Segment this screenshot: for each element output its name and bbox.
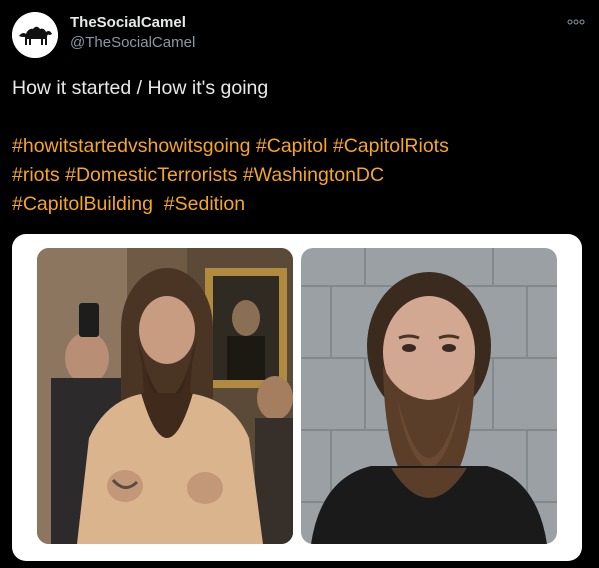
avatar[interactable] bbox=[12, 12, 58, 58]
more-options-icon[interactable] bbox=[567, 14, 585, 25]
hashtag-link[interactable]: #CapitolRiots bbox=[333, 135, 449, 157]
tweet-text-gap bbox=[12, 103, 582, 132]
tweet-text: How it started / How it's going #howitst… bbox=[12, 74, 582, 219]
tweet-media[interactable] bbox=[12, 234, 582, 561]
hashtag-link[interactable]: #Capitol bbox=[256, 135, 328, 157]
hashtag-link[interactable]: #DomesticTerrorists bbox=[65, 164, 237, 186]
author-handle[interactable]: @TheSocialCamel bbox=[70, 33, 195, 52]
hashtag-link[interactable]: #CapitolBuilding bbox=[12, 193, 153, 215]
hashtag-link[interactable]: #riots bbox=[12, 164, 60, 186]
hashtag-link[interactable]: #Sedition bbox=[164, 193, 245, 215]
author-block: TheSocialCamel @TheSocialCamel bbox=[70, 13, 195, 52]
hashtag-link[interactable]: #WashingtonDC bbox=[243, 164, 384, 186]
camel-logo-icon bbox=[12, 12, 58, 58]
hashtag-line-3: #CapitolBuilding #Sedition bbox=[12, 190, 582, 219]
author-display-name[interactable]: TheSocialCamel bbox=[70, 13, 195, 32]
tweet: TheSocialCamel @TheSocialCamel How it st… bbox=[0, 0, 599, 568]
hashtag-line-2: #riots #DomesticTerrorists #WashingtonDC bbox=[12, 161, 582, 190]
hashtag-line-1: #howitstartedvshowitsgoing #Capitol #Cap… bbox=[12, 132, 582, 161]
photo-how-it-started[interactable] bbox=[37, 248, 293, 544]
photo-how-its-going[interactable] bbox=[301, 248, 557, 544]
tweet-body: How it started / How it's going bbox=[12, 77, 269, 99]
hashtag-link[interactable]: #howitstartedvshowitsgoing bbox=[12, 135, 250, 157]
